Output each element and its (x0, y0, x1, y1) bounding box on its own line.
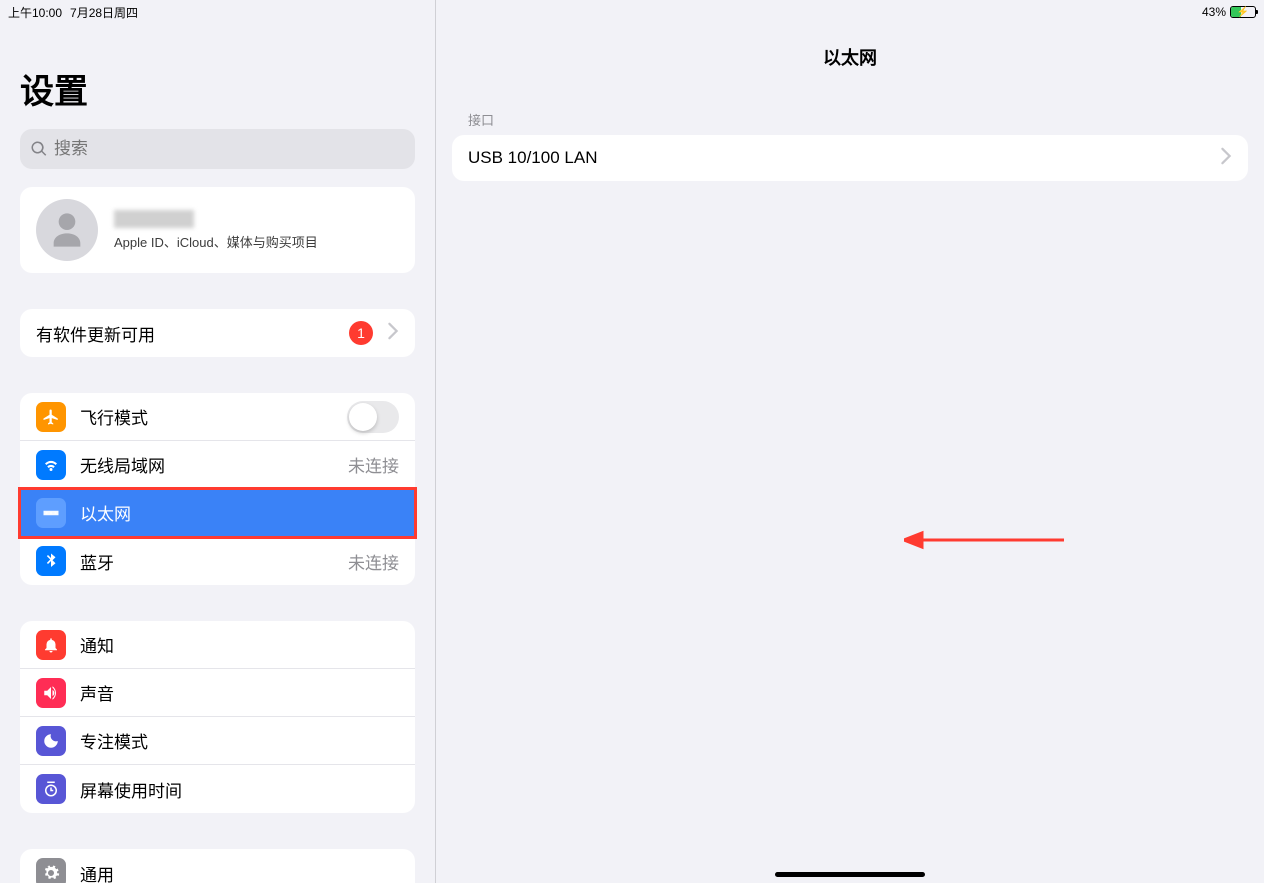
notifications-icon (36, 630, 66, 660)
avatar (36, 199, 98, 261)
update-badge: 1 (349, 321, 373, 345)
airplane-label: 飞行模式 (80, 404, 347, 429)
sidebar-item-bluetooth[interactable]: 蓝牙 未连接 (20, 537, 415, 585)
search-icon (30, 140, 48, 158)
bluetooth-status: 未连接 (348, 549, 399, 574)
page-title: 设置 (0, 24, 435, 123)
main-title: 以太网 (436, 24, 1264, 110)
wifi-label: 无线局域网 (80, 452, 348, 477)
software-update-label: 有软件更新可用 (36, 321, 349, 346)
airplane-icon (36, 402, 66, 432)
sidebar-item-screentime[interactable]: 屏幕使用时间 (20, 765, 415, 813)
screentime-label: 屏幕使用时间 (80, 777, 399, 802)
software-update-row[interactable]: 有软件更新可用 1 (20, 309, 415, 357)
bluetooth-label: 蓝牙 (80, 549, 348, 574)
battery-percent: 43% (1202, 5, 1226, 19)
sidebar: 设置 Apple ID、iCloud、媒体与购买项目 有软件更新可用 1 飞行模… (0, 0, 436, 883)
notifications-label: 通知 (80, 632, 399, 657)
wifi-icon (36, 450, 66, 480)
account-subtitle: Apple ID、iCloud、媒体与购买项目 (114, 232, 399, 251)
focus-label: 专注模式 (80, 728, 399, 753)
sidebar-item-notifications[interactable]: 通知 (20, 621, 415, 669)
gear-icon (36, 858, 66, 883)
general-label: 通用 (80, 861, 399, 883)
home-indicator[interactable] (775, 872, 925, 877)
interface-label: USB 10/100 LAN (468, 148, 1214, 168)
screentime-icon (36, 774, 66, 804)
sound-label: 声音 (80, 680, 399, 705)
search-field[interactable] (54, 139, 405, 159)
airplane-toggle[interactable] (347, 401, 399, 433)
status-time: 上午10:00 (8, 4, 62, 21)
chevron-icon (1220, 147, 1232, 170)
ethernet-icon (36, 498, 66, 528)
account-card[interactable]: Apple ID、iCloud、媒体与购买项目 (20, 187, 415, 273)
account-name-obfuscated (114, 210, 194, 228)
status-bar: 上午10:00 7月28日周四 43% ⚡ (0, 0, 1264, 24)
sidebar-item-general[interactable]: 通用 (20, 849, 415, 883)
sidebar-item-sound[interactable]: 声音 (20, 669, 415, 717)
section-label: 接口 (436, 110, 1264, 135)
sidebar-item-ethernet[interactable]: 以太网 (20, 489, 415, 537)
chevron-icon (387, 322, 399, 345)
wifi-status: 未连接 (348, 452, 399, 477)
sidebar-item-wifi[interactable]: 无线局域网 未连接 (20, 441, 415, 489)
battery-icon: ⚡ (1230, 6, 1256, 18)
bluetooth-icon (36, 546, 66, 576)
sidebar-item-focus[interactable]: 专注模式 (20, 717, 415, 765)
main-content: 以太网 接口 USB 10/100 LAN (436, 0, 1264, 883)
sidebar-item-airplane[interactable]: 飞行模式 (20, 393, 415, 441)
ethernet-label: 以太网 (80, 500, 399, 525)
status-date: 7月28日周四 (70, 4, 138, 21)
focus-icon (36, 726, 66, 756)
interface-row[interactable]: USB 10/100 LAN (452, 135, 1248, 181)
sound-icon (36, 678, 66, 708)
arrow-annotation (904, 525, 1074, 555)
search-input[interactable] (20, 129, 415, 169)
